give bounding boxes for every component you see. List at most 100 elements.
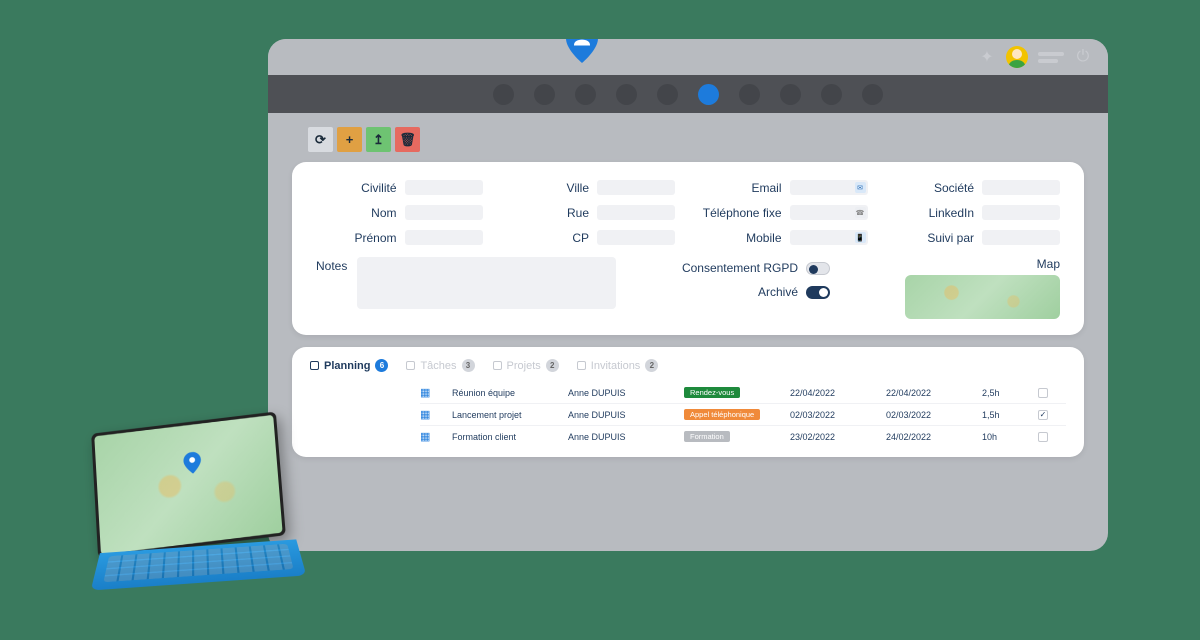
nav-dot-6-active[interactable]: [698, 84, 719, 105]
input-ville[interactable]: [597, 180, 675, 195]
tab-badge: 2: [546, 359, 559, 372]
cell-date-start: 23/02/2022: [790, 432, 880, 442]
label-prenom: Prénom: [354, 231, 396, 245]
tab-taches[interactable]: Tâches 3: [406, 359, 474, 372]
nav-dot-1[interactable]: [493, 84, 514, 105]
delete-button[interactable]: 🗑: [395, 127, 420, 152]
input-prenom[interactable]: [405, 230, 483, 245]
person-pin-icon: [566, 39, 598, 63]
cell-title: Formation client: [452, 432, 562, 442]
map-pin-icon: [183, 451, 202, 475]
power-icon[interactable]: ⏻: [1074, 48, 1092, 66]
table-row[interactable]: ▦Formation clientAnne DUPUISFormation23/…: [420, 425, 1066, 447]
add-button[interactable]: +: [337, 127, 362, 152]
tab-icon: [577, 361, 586, 370]
input-email[interactable]: ✉: [790, 180, 868, 195]
calendar-icon: ▦: [420, 430, 446, 443]
map-thumbnail[interactable]: [905, 275, 1060, 319]
row-checkbox[interactable]: [1038, 388, 1048, 398]
notes-textarea[interactable]: [357, 257, 616, 309]
nav-dot-2[interactable]: [534, 84, 555, 105]
input-civilite[interactable]: [405, 180, 483, 195]
input-linkedin[interactable]: [982, 205, 1060, 220]
tab-invitations[interactable]: Invitations 2: [577, 359, 659, 372]
app-window: ✦ ⏻ ⟳ + ↥ 🗑 Civilité Ville Email✉ Sociét…: [268, 39, 1108, 551]
label-rue: Rue: [567, 206, 589, 220]
mobile-icon[interactable]: 📱: [855, 232, 866, 243]
nav-dot-5[interactable]: [657, 84, 678, 105]
label-consentement: Consentement RGPD: [682, 261, 798, 275]
cell-date-start: 02/03/2022: [790, 410, 880, 420]
input-suivipar[interactable]: [982, 230, 1060, 245]
tab-icon: [493, 361, 502, 370]
tab-label: Projets: [507, 360, 541, 372]
calendar-icon: ▦: [420, 386, 446, 399]
nav-dot-7[interactable]: [739, 84, 760, 105]
row-checkbox[interactable]: ✓: [1038, 410, 1048, 420]
cell-duration: 1,5h: [982, 410, 1032, 420]
cell-date-end: 22/04/2022: [886, 388, 976, 398]
label-telfixe: Téléphone fixe: [703, 206, 782, 220]
tablet-illustration: [91, 424, 312, 607]
related-records-card: Planning6 Tâches 3 Projets 2 Invitations 2 ▦ Ré…: [292, 347, 1084, 457]
contact-form-card: Civilité Ville Email✉ Société Nom Rue Té…: [292, 162, 1084, 335]
nav-dot-4[interactable]: [616, 84, 637, 105]
input-cp[interactable]: [597, 230, 675, 245]
label-map: Map: [1037, 257, 1060, 271]
cell-tag: Appel téléphonique: [684, 409, 760, 420]
label-nom: Nom: [371, 206, 396, 220]
phone-icon[interactable]: ☎: [855, 207, 866, 218]
subtabs: Planning6 Tâches 3 Projets 2 Invitations 2: [310, 359, 1066, 372]
cell-person: Anne DUPUIS: [568, 388, 678, 398]
row-checkbox[interactable]: [1038, 432, 1048, 442]
cell-date-end: 02/03/2022: [886, 410, 976, 420]
cell-title: Réunion équipe: [452, 388, 562, 398]
cell-date-end: 24/02/2022: [886, 432, 976, 442]
label-ville: Ville: [567, 181, 589, 195]
nav-dot-3[interactable]: [575, 84, 596, 105]
input-telfixe[interactable]: ☎: [790, 205, 868, 220]
cell-title: Lancement projet: [452, 410, 562, 420]
toggle-consentement[interactable]: [806, 262, 830, 275]
nav-dot-8[interactable]: [780, 84, 801, 105]
nav-dot-10[interactable]: [862, 84, 883, 105]
user-avatar[interactable]: [1006, 46, 1028, 68]
tab-icon: [310, 361, 319, 370]
tab-label: Invitations: [591, 360, 641, 372]
cell-tag: Rendez-vous: [684, 387, 740, 398]
input-rue[interactable]: [597, 205, 675, 220]
label-civilite: Civilité: [361, 181, 396, 195]
refresh-button[interactable]: ⟳: [308, 127, 333, 152]
tab-projets[interactable]: Projets 2: [493, 359, 559, 372]
tab-badge: 2: [645, 359, 658, 372]
table-row[interactable]: ▦ Lancement projet Anne DUPUIS Appel téléph…: [420, 403, 1066, 425]
cell-person: Anne DUPUIS: [568, 410, 678, 420]
input-mobile[interactable]: 📱: [790, 230, 868, 245]
label-mobile: Mobile: [746, 231, 781, 245]
tab-label: Planning: [324, 360, 370, 372]
input-nom[interactable]: [405, 205, 483, 220]
email-icon[interactable]: ✉: [855, 182, 866, 193]
tab-planning[interactable]: Planning6: [310, 359, 388, 372]
label-suivipar: Suivi par: [927, 231, 974, 245]
nav-dot-9[interactable]: [821, 84, 842, 105]
label-linkedin: LinkedIn: [929, 206, 974, 220]
tab-label: Tâches: [420, 360, 456, 372]
tab-icon: [406, 361, 415, 370]
label-cp: CP: [572, 231, 589, 245]
title-bar: ✦ ⏻: [268, 39, 1108, 75]
calendar-icon: ▦: [420, 408, 446, 421]
input-societe[interactable]: [982, 180, 1060, 195]
user-menu[interactable]: [1038, 52, 1064, 63]
label-archive: Archivé: [758, 285, 798, 299]
toggle-archive[interactable]: [806, 286, 830, 299]
export-button[interactable]: ↥: [366, 127, 391, 152]
sparkle-icon[interactable]: ✦: [978, 48, 996, 66]
table-row[interactable]: ▦ Réunion équipe Anne DUPUIS Rendez-vous 22/…: [420, 382, 1066, 403]
tab-badge: 3: [462, 359, 475, 372]
planning-table: ▦ Réunion équipe Anne DUPUIS Rendez-vous 22/…: [310, 382, 1066, 447]
action-toolbar: ⟳ + ↥ 🗑: [268, 113, 1108, 152]
label-societe: Société: [934, 181, 974, 195]
label-notes: Notes: [316, 257, 347, 309]
nav-tabs: [268, 75, 1108, 113]
